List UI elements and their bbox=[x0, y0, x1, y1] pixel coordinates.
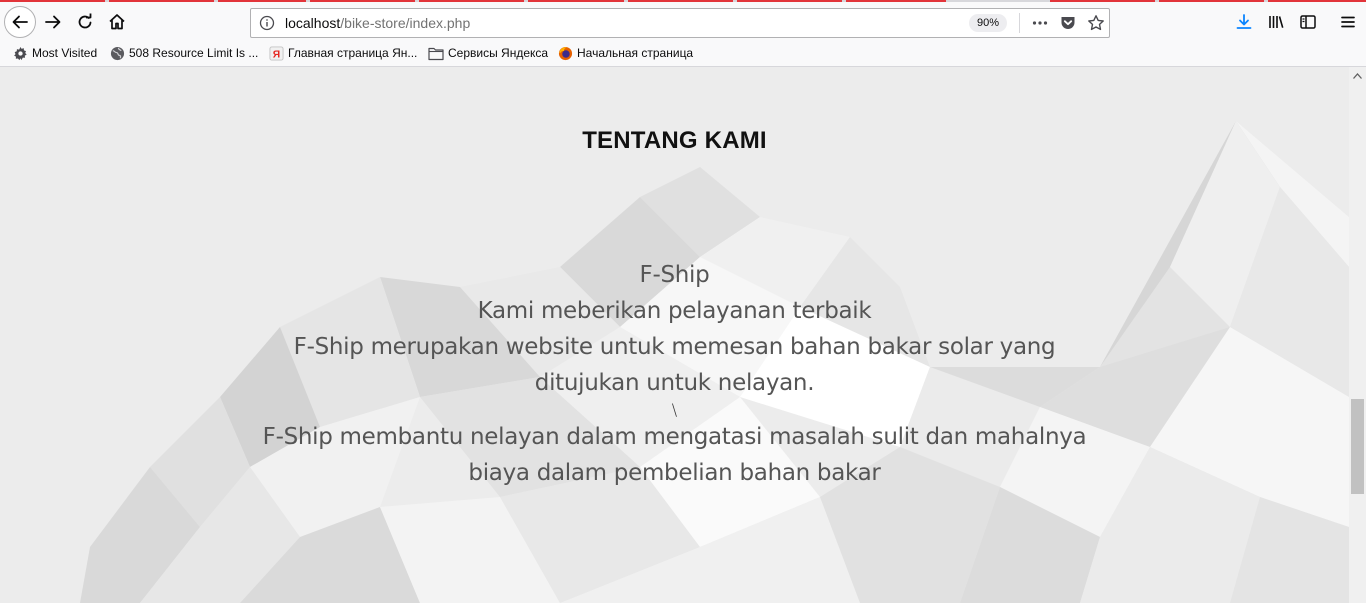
tab-strip bbox=[0, 0, 1366, 2]
vertical-scrollbar[interactable] bbox=[1349, 67, 1366, 603]
page-viewport: TENTANG KAMI F-Ship Kami meberikan pelay… bbox=[0, 67, 1349, 603]
download-icon bbox=[1235, 13, 1253, 31]
sidebar-button[interactable] bbox=[1293, 7, 1323, 37]
about-text-block: F-Ship Kami meberikan pelayanan terbaik … bbox=[260, 257, 1089, 491]
star-icon[interactable] bbox=[1087, 14, 1105, 32]
bookmark-most-visited[interactable]: Most Visited bbox=[12, 44, 97, 62]
firefox-icon bbox=[557, 45, 573, 61]
url-path: /bike-store/index.php bbox=[340, 15, 471, 31]
bookmark-label: Главная страница Ян... bbox=[288, 46, 418, 60]
svg-text:Я: Я bbox=[272, 49, 279, 60]
about-separator: \ bbox=[671, 400, 678, 419]
library-icon bbox=[1267, 13, 1285, 31]
globe-icon bbox=[109, 45, 125, 61]
home-icon bbox=[108, 13, 126, 31]
info-icon[interactable] bbox=[259, 15, 275, 31]
forward-button[interactable] bbox=[38, 7, 68, 37]
browser-toolbar: localhost/bike-store/index.php 90% Most … bbox=[0, 0, 1366, 67]
bookmark-label: Сервисы Яндекса bbox=[448, 46, 549, 60]
about-line-brand: F-Ship bbox=[639, 262, 710, 288]
yandex-icon: Я bbox=[268, 45, 284, 61]
folder-icon bbox=[428, 45, 444, 61]
pocket-icon[interactable] bbox=[1059, 14, 1077, 32]
bookmark-label: Начальная страница bbox=[577, 46, 694, 60]
bookmark-label: Most Visited bbox=[32, 46, 98, 60]
bookmark-label: 508 Resource Limit Is ... bbox=[129, 46, 259, 60]
hamburger-menu-icon bbox=[1339, 13, 1357, 31]
sidebar-icon bbox=[1299, 13, 1317, 31]
navigation-bar: localhost/bike-store/index.php 90% bbox=[0, 3, 1366, 41]
bookmarks-toolbar: Most Visited 508 Resource Limit Is ... Я… bbox=[0, 42, 1366, 64]
back-button[interactable] bbox=[4, 6, 36, 38]
more-dots-icon[interactable] bbox=[1031, 14, 1049, 32]
bookmark-start-page[interactable]: Начальная страница bbox=[557, 44, 693, 62]
bookmark-yandex-services[interactable]: Сервисы Яндекса bbox=[428, 44, 548, 62]
url-bar[interactable]: localhost/bike-store/index.php 90% bbox=[250, 8, 1110, 38]
url-bar-divider bbox=[1019, 13, 1020, 33]
reload-button[interactable] bbox=[70, 7, 100, 37]
scrollbar-thumb[interactable] bbox=[1351, 399, 1364, 494]
section-title: TENTANG KAMI bbox=[582, 127, 767, 154]
about-line-description-2: ditujukan untuk nelayan. bbox=[534, 370, 815, 396]
url-host: localhost bbox=[285, 15, 341, 31]
about-line-description-1: F-Ship merupakan website untuk memesan b… bbox=[293, 334, 1056, 360]
about-line-benefit-2: biaya dalam pembelian bahan bakar bbox=[468, 460, 881, 486]
forward-arrow-icon bbox=[44, 13, 62, 31]
home-button[interactable] bbox=[102, 7, 132, 37]
zoom-level-badge[interactable]: 90% bbox=[969, 14, 1008, 32]
download-button[interactable] bbox=[1229, 7, 1259, 37]
back-arrow-icon bbox=[11, 13, 29, 31]
scroll-up-arrow-icon[interactable] bbox=[1349, 67, 1366, 84]
about-line-benefit-1: F-Ship membantu nelayan dalam mengatasi … bbox=[262, 424, 1087, 450]
about-line-tagline: Kami meberikan pelayanan terbaik bbox=[477, 298, 872, 324]
url-text[interactable]: localhost/bike-store/index.php bbox=[285, 15, 470, 31]
menu-button[interactable] bbox=[1333, 7, 1363, 37]
reload-icon bbox=[76, 13, 94, 31]
bookmark-yandex-home[interactable]: Я Главная страница Ян... bbox=[268, 44, 417, 62]
bookmark-508-resource[interactable]: 508 Resource Limit Is ... bbox=[109, 44, 258, 62]
gear-icon bbox=[12, 45, 28, 61]
library-button[interactable] bbox=[1261, 7, 1291, 37]
